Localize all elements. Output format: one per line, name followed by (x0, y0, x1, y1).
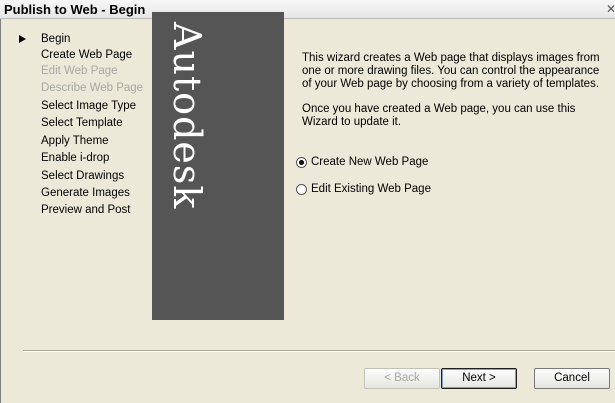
button-divider (23, 350, 615, 352)
intro-text: This wizard creates a Web page that disp… (302, 52, 607, 141)
radio-unselected-icon[interactable] (296, 183, 307, 195)
title-bar[interactable]: Publish to Web - Begin ✕ (0, 0, 615, 19)
step-begin: Begin (41, 33, 71, 45)
step-select-template: Select Template (41, 117, 123, 129)
edit-existing-web-page-option[interactable]: Edit Existing Web Page (296, 182, 431, 196)
step-edit-web-page: Edit Web Page (41, 65, 118, 77)
step-create-web-page: Create Web Page (41, 49, 133, 61)
publish-to-web-dialog: Publish to Web - Begin ✕ Begin Create We… (0, 0, 615, 403)
current-step-arrow-icon (19, 35, 26, 43)
intro-paragraph-2: Once you have created a Web page, you ca… (302, 103, 576, 128)
cancel-button[interactable]: Cancel (534, 368, 610, 389)
back-button[interactable]: < Back (364, 368, 440, 389)
autodesk-logo: Autodesk (165, 22, 209, 210)
step-select-image-type: Select Image Type (41, 100, 137, 112)
step-describe-web-page: Describe Web Page (41, 82, 144, 94)
close-icon[interactable]: ✕ (606, 2, 615, 16)
window-title: Publish to Web - Begin (4, 2, 146, 17)
radio-selected-icon[interactable] (296, 156, 307, 168)
dialog-client-area: Begin Create Web Page Edit Web Page Desc… (0, 12, 615, 403)
next-button[interactable]: Next > (441, 368, 517, 389)
step-select-drawings: Select Drawings (41, 170, 125, 182)
step-apply-theme: Apply Theme (41, 135, 109, 147)
edit-existing-web-page-label[interactable]: Edit Existing Web Page (311, 183, 431, 195)
step-enable-i-drop: Enable i-drop (41, 152, 110, 164)
create-new-web-page-option[interactable]: Create New Web Page (296, 155, 428, 169)
step-generate-images: Generate Images (41, 187, 130, 199)
intro-paragraph-1: This wizard creates a Web page that disp… (302, 52, 600, 90)
step-preview-and-post: Preview and Post (41, 204, 131, 216)
create-new-web-page-label[interactable]: Create New Web Page (311, 156, 428, 168)
autodesk-brand-panel: Autodesk (152, 12, 284, 320)
